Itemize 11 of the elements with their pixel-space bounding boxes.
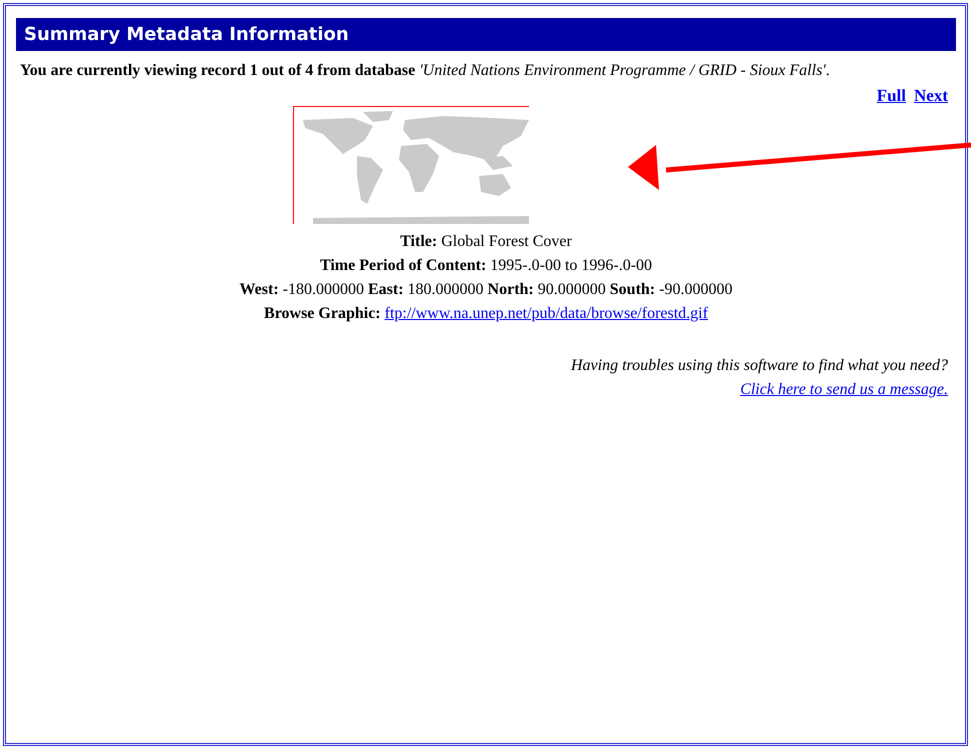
- nav-link[interactable]: Full: [876, 86, 906, 106]
- metadata-text: Title: Global Forest Cover: [400, 233, 572, 250]
- metadata-label: Browse Graphic:: [264, 305, 381, 322]
- contact-link[interactable]: Click here to send us a message.: [740, 378, 948, 402]
- help-question: Having troubles using this software to find what you need?: [570, 356, 948, 376]
- metadata-text: Time Period of Content: 1995-.0-00 to 1996-.0-00: [320, 257, 652, 274]
- header-title: Summary Metadata Information: [24, 24, 349, 45]
- nav-link[interactable]: Next: [914, 86, 948, 106]
- record-info-text: You are currently viewing record 1 out of 4 from database 'United Nations Environment Programme / GRID - Sioux Falls'.: [20, 61, 831, 81]
- metadata-text: West: -180.000000 East: 180.000000 North: 90.000000 South: -90.000000: [240, 281, 732, 298]
- browse-graphic-link[interactable]: ftp://www.na.unep.net/pub/data/browse/forestd.gif: [384, 305, 708, 322]
